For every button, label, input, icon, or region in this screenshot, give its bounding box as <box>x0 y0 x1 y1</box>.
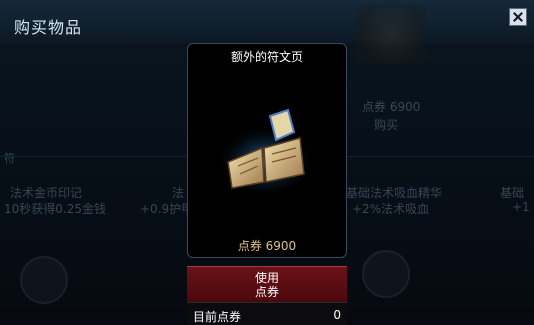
bg-item-desc: 10秒获得0.25金钱 <box>4 202 106 216</box>
bg-item-name: 基础法术吸血精华 <box>346 186 443 200</box>
bg-item-desc: +0.9护甲 <box>140 202 194 216</box>
window-title: 购买物品 <box>14 18 83 37</box>
rune-book-thumbnail <box>356 4 426 64</box>
use-points-button[interactable]: 使用 点券 <box>187 266 347 303</box>
use-button-line2: 点券 <box>254 285 279 299</box>
title-bar: 购买物品 <box>0 0 534 44</box>
item-price: 点券 6900 <box>237 239 297 253</box>
bg-item-name: 法术金币印记 <box>10 186 83 200</box>
purchase-dialog: 额外的符文页 点券 6900 <box>187 43 347 258</box>
balance-value: 0 <box>333 308 341 322</box>
rune-slot-icon <box>362 250 410 298</box>
bg-item-name: 基础 <box>500 186 525 200</box>
purchase-window: 购买物品 点券 6900 购买 符 法术金币印记 10秒获得0.25金钱 法 +… <box>0 0 534 325</box>
item-title: 额外的符文页 <box>230 50 303 64</box>
bg-item-name: 法 <box>172 186 185 200</box>
bg-section-label: 符 <box>4 152 15 165</box>
rune-slot-icon <box>20 256 68 304</box>
balance-label: 目前点券 <box>193 310 242 324</box>
close-icon[interactable] <box>509 8 527 26</box>
use-button-line1: 使用 <box>254 271 279 285</box>
bg-item-desc: +2%法术吸血 <box>352 202 430 216</box>
current-balance-row: 目前点券 0 <box>187 302 347 325</box>
bg-item-desc: +1 <box>512 200 530 214</box>
bg-card-buy: 购买 <box>374 118 399 132</box>
bg-card-price: 点券 6900 <box>362 100 421 114</box>
rune-book-icon <box>220 108 312 192</box>
